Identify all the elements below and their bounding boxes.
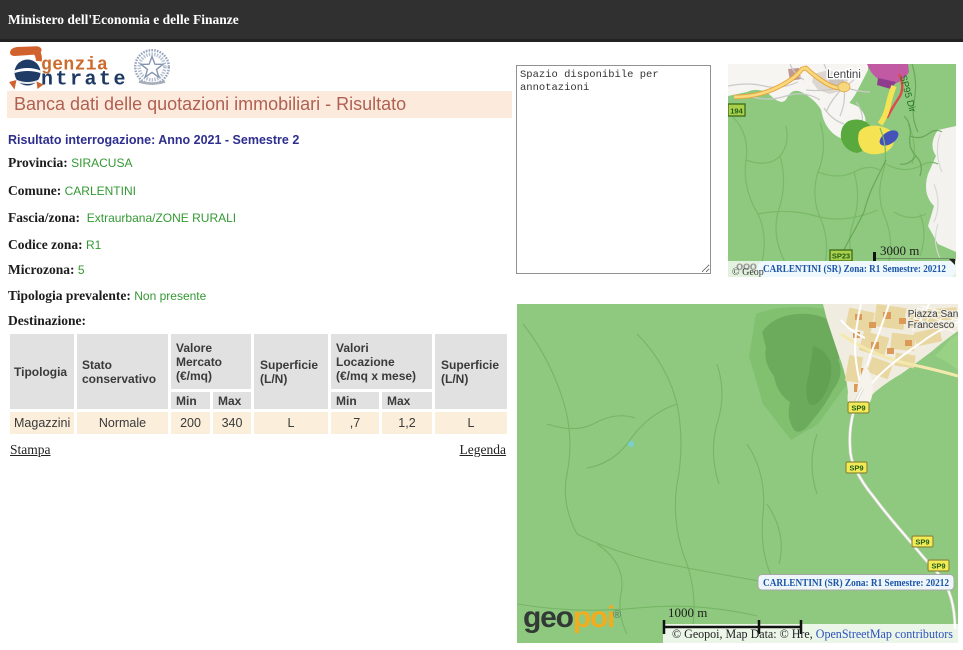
svg-text:®: ® — [613, 609, 621, 621]
svg-text:194: 194 — [730, 107, 743, 116]
svg-text:Lentini: Lentini — [827, 69, 861, 81]
svg-text:CARLENTINI (SR) Zona: R1 Semes: CARLENTINI (SR) Zona: R1 Semestre: 20212 — [763, 264, 946, 275]
svg-text:SP23: SP23 — [832, 252, 850, 261]
svg-text:SP9: SP9 — [931, 562, 945, 571]
svg-text:geopoi: geopoi — [523, 601, 614, 634]
svg-text:SP9: SP9 — [915, 538, 929, 547]
svg-text:© Geopoi, Map Data: © Hre, Ope: © Geopoi, Map Data: © Hre, OpenStreetMap… — [672, 627, 953, 641]
svg-text:SP9: SP9 — [849, 464, 863, 473]
svg-text:CARLENTINI (SR) Zona: R1 Semes: CARLENTINI (SR) Zona: R1 Semestre: 20212 — [763, 577, 949, 589]
svg-text:© Geop: © Geop — [732, 267, 764, 277]
svg-text:3000 m: 3000 m — [880, 243, 919, 258]
svg-text:Piazza San: Piazza San — [908, 309, 958, 320]
svg-text:ntrate: ntrate — [41, 68, 128, 91]
svg-text:1000 m: 1000 m — [668, 605, 707, 620]
svg-text:Francesco: Francesco — [908, 320, 955, 331]
svg-text:SP9: SP9 — [851, 404, 865, 413]
